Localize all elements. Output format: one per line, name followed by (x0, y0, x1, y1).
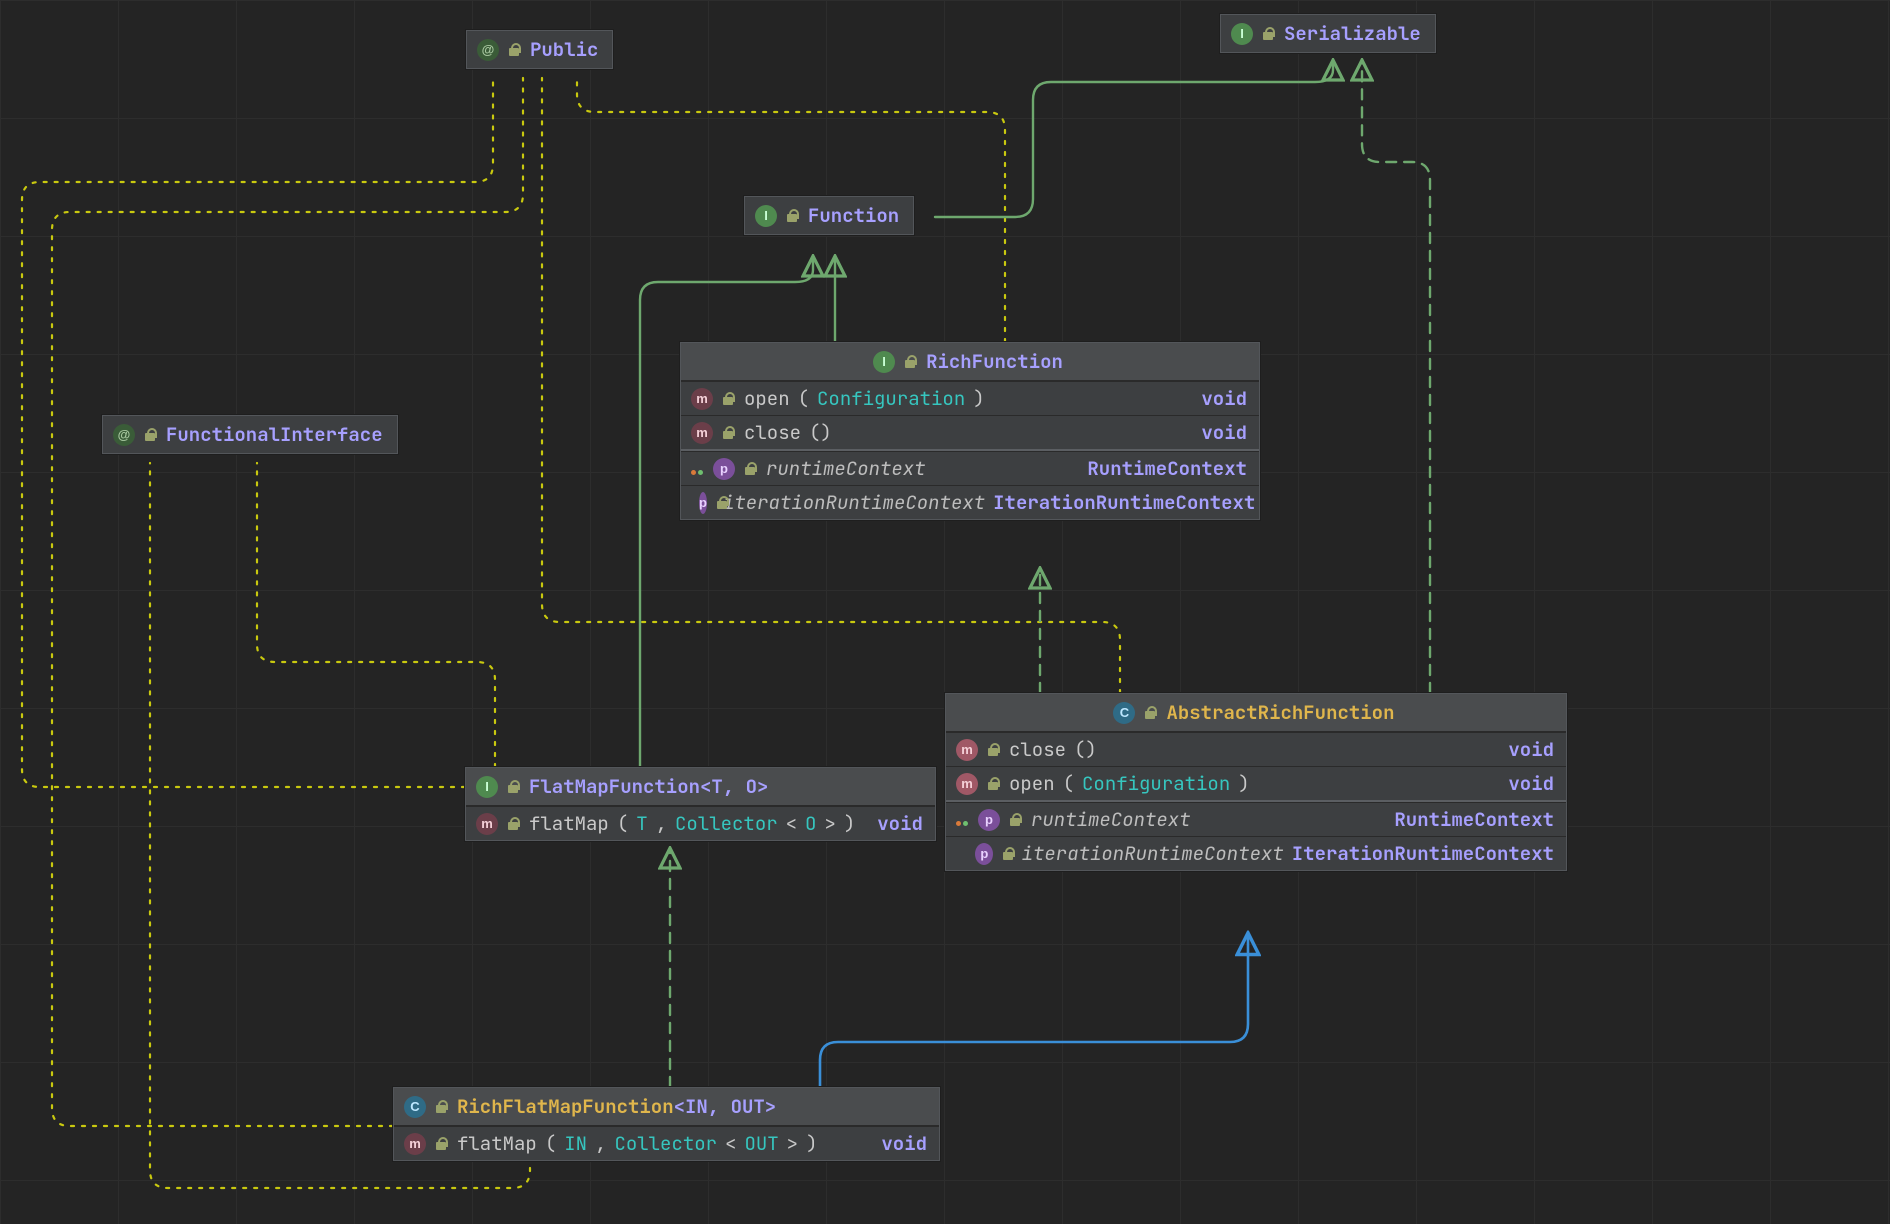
lock-icon (1001, 846, 1013, 861)
property-name: runtimeContext (1031, 807, 1191, 832)
lock-icon (1008, 812, 1023, 827)
property-type: IterationRuntimeContext (1292, 841, 1554, 866)
node-title: AbstractRichFunction (1166, 700, 1394, 725)
lock-icon (986, 742, 1001, 757)
class-node-rich-flatmap-function[interactable]: C RichFlatMapFunction<IN, OUT> m flatMap… (393, 1087, 940, 1161)
class-node-flatmap-function[interactable]: I FlatMapFunction<T, O> m flatMap(T, Col… (465, 767, 936, 841)
method-row: m open(Configuration) void (946, 766, 1566, 800)
lock-icon (506, 816, 521, 831)
method-name: open (1009, 771, 1055, 796)
property-type: RuntimeContext (1394, 807, 1554, 832)
return-type: void (1201, 420, 1247, 445)
property-row: p runtimeContext RuntimeContext (681, 451, 1259, 485)
return-type: void (1201, 386, 1247, 411)
node-title: FlatMapFunction<T, O> (529, 774, 768, 799)
class-node-rich-function[interactable]: I RichFunction m open(Configuration) voi… (680, 342, 1260, 520)
method-name: open (744, 386, 790, 411)
property-icon: p (713, 458, 735, 480)
method-row: m flatMap(IN, Collector<OUT>) void (394, 1126, 939, 1160)
lock-icon (785, 208, 800, 223)
return-type: void (1508, 737, 1554, 762)
class-node-abstract-rich-function[interactable]: C AbstractRichFunction m close() void m … (945, 693, 1567, 871)
rw-dots-icon (956, 813, 970, 827)
method-name: close (744, 420, 801, 445)
interface-icon: I (476, 776, 498, 798)
property-icon: p (978, 809, 1000, 831)
background-grid (0, 0, 1890, 1224)
method-row: m open(Configuration) void (681, 381, 1259, 415)
class-icon: C (1113, 702, 1135, 724)
lock-icon (986, 776, 1001, 791)
property-row: p runtimeContext RuntimeContext (946, 802, 1566, 836)
property-name: runtimeContext (766, 456, 926, 481)
class-node-public[interactable]: @ Public (466, 30, 613, 69)
node-title: RichFunction (926, 349, 1063, 374)
property-row: p iterationRuntimeContext IterationRunti… (681, 485, 1259, 519)
property-type: RuntimeContext (1087, 456, 1247, 481)
property-type: IterationRuntimeContext (993, 490, 1255, 515)
node-title: Serializable (1284, 21, 1421, 46)
method-icon: m (956, 739, 978, 761)
node-title: Function (808, 203, 899, 228)
method-icon: m (956, 773, 978, 795)
node-title: Public (530, 37, 598, 62)
method-row: m close() void (681, 415, 1259, 449)
connector-layer (0, 0, 1890, 1224)
interface-icon: I (873, 351, 895, 373)
method-row: m close() void (946, 732, 1566, 766)
lock-icon (903, 354, 918, 369)
interface-icon: I (1231, 23, 1253, 45)
class-node-function[interactable]: I Function (744, 196, 914, 235)
lock-icon (743, 461, 758, 476)
property-icon: p (699, 492, 707, 514)
return-type: void (881, 1131, 927, 1156)
method-icon: m (404, 1133, 426, 1155)
class-icon: C (404, 1096, 426, 1118)
method-icon: m (691, 388, 713, 410)
rw-dots-icon (691, 462, 705, 476)
node-title: RichFlatMapFunction<IN, OUT> (457, 1094, 776, 1119)
annotation-icon: @ (113, 424, 135, 446)
lock-icon (721, 391, 736, 406)
property-name: iterationRuntimeContext (723, 490, 985, 515)
interface-icon: I (755, 205, 777, 227)
property-row: p iterationRuntimeContext IterationRunti… (946, 836, 1566, 870)
lock-icon (1143, 705, 1158, 720)
lock-icon (721, 425, 736, 440)
method-icon: m (691, 422, 713, 444)
method-icon: m (476, 813, 498, 835)
lock-icon (1261, 26, 1276, 41)
return-type: void (1508, 771, 1554, 796)
node-title: FunctionalInterface (166, 422, 383, 447)
annotation-icon: @ (477, 39, 499, 61)
class-node-serializable[interactable]: I Serializable (1220, 14, 1436, 53)
return-type: void (877, 811, 923, 836)
method-row: m flatMap(T, Collector<O>) void (466, 806, 935, 840)
method-name: close (1009, 737, 1066, 762)
lock-icon (434, 1136, 449, 1151)
class-node-functional-interface[interactable]: @ FunctionalInterface (102, 415, 398, 454)
method-param: Configuration (817, 386, 965, 411)
method-name: flatMap (457, 1131, 537, 1156)
lock-icon (507, 42, 522, 57)
method-param: Configuration (1082, 771, 1230, 796)
lock-icon (506, 779, 521, 794)
lock-icon (143, 427, 158, 442)
lock-icon (434, 1099, 449, 1114)
property-icon: p (975, 843, 993, 865)
property-name: iterationRuntimeContext (1022, 841, 1284, 866)
method-name: flatMap (529, 811, 609, 836)
